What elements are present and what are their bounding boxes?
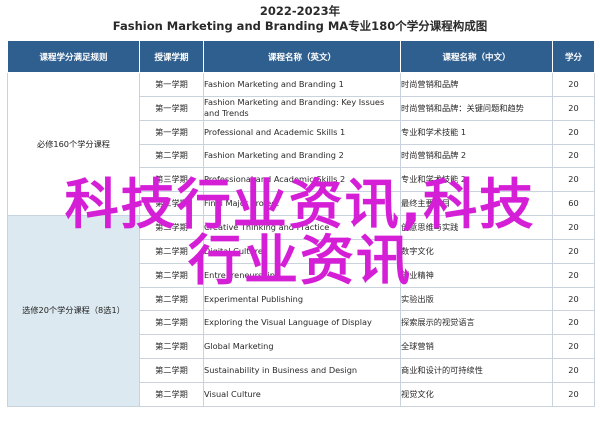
header-term: 授课学期 [139,40,204,73]
term-cell: 第二学期 [139,286,204,312]
course-name-cn: 专业和学术技能 1 [400,119,553,145]
course-name-cn: 时尚营销和品牌 2 [400,143,553,169]
table-row: 选修20个学分课程（8选1） 第二学期 Creative Thinking an… [7,215,595,407]
header-credit: 学分 [552,40,595,73]
credit-cell: 20 [552,286,595,312]
course-name-cn: 探索展示的视觉语言 [400,310,553,336]
course-name-cn: 最终主要项目 [400,191,553,217]
table-header-row: 课程学分满足规则 授课学期 课程名称（英文） 课程名称（中文） 学分 [7,40,595,73]
term-cell: 第三学期 [139,191,204,217]
term-cell: 第二学期 [139,238,204,264]
term-cell: 第二学期 [139,310,204,336]
course-name-en: Fashion Marketing and Branding 2 [203,143,401,169]
term-cell: 第一学期 [139,72,204,97]
term-cell: 第一学期 [139,119,204,145]
credit-cell: 20 [552,167,595,193]
table-row: 必修160个学分课程 第一学期 Fashion Marketing and Br… [7,71,595,217]
course-name-cn: 时尚营销和品牌：关键问题和趋势 [400,95,553,121]
title-year: 2022-2023年 [259,4,341,18]
term-cell: 第一学期 [139,95,204,121]
course-name-cn: 实验出版 [400,286,553,312]
course-name-en: Fashion Marketing and Branding 1 [203,72,401,97]
course-name-en: Experimental Publishing [203,286,401,312]
course-name-cn: 创意思维与实践 [400,215,553,240]
credit-cell: 20 [552,381,595,407]
course-name-en: Fashion Marketing and Branding: Key Issu… [203,95,401,121]
term-cell: 第二学期 [139,262,204,288]
course-name-cn: 创业精神 [400,262,553,288]
credit-cell: 20 [552,358,595,383]
credit-cell: 20 [552,143,595,169]
term-cell: 第二学期 [139,334,204,360]
term-cell: 第二学期 [139,215,204,240]
course-name-cn: 视觉文化 [400,381,553,407]
credit-cell: 20 [552,238,595,264]
course-table: 课程学分满足规则 授课学期 课程名称（英文） 课程名称（中文） 学分 必修160… [7,40,595,407]
course-name-en: Professional and Academic Skills 1 [203,119,401,145]
page-title: 2022-2023年 Fashion Marketing and Brandin… [0,0,600,40]
course-name-en: Digital Culture [203,238,401,264]
credit-cell: 60 [552,191,595,217]
credit-cell: 20 [552,334,595,360]
course-name-en: Entrepreneurship [203,262,401,288]
credit-cell: 20 [552,215,595,240]
course-name-en: Global Marketing [203,334,401,360]
header-rule: 课程学分满足规则 [7,40,140,73]
credit-cell: 20 [552,72,595,97]
term-cell: 第三学期 [139,167,204,193]
course-name-en: Sustainability in Business and Design [203,358,401,383]
header-name-cn: 课程名称（中文） [400,40,553,73]
course-name-cn: 时尚营销和品牌 [400,72,553,97]
course-name-cn: 专业和学术技能 2 [400,167,553,193]
course-name-en: Exploring the Visual Language of Display [203,310,401,336]
credit-cell: 20 [552,119,595,145]
group-label-required: 必修160个学分课程 [7,71,140,217]
course-name-cn: 全球营销 [400,334,553,360]
title-main: Fashion Marketing and Branding MA专业180个学… [112,19,488,33]
course-name-cn: 数字文化 [400,238,553,264]
credit-cell: 20 [552,95,595,121]
term-cell: 第二学期 [139,381,204,407]
term-cell: 第二学期 [139,358,204,383]
group-label-elective: 选修20个学分课程（8选1） [7,215,140,407]
course-name-en: Professional and Academic Skills 2 [203,167,401,193]
course-name-en: Visual Culture [203,381,401,407]
course-name-cn: 商业和设计的可持续性 [400,358,553,383]
term-cell: 第二学期 [139,143,204,169]
header-name-en: 课程名称（英文） [203,40,401,73]
credit-cell: 20 [552,262,595,288]
course-name-en: Final Major Project [203,191,401,217]
credit-cell: 20 [552,310,595,336]
course-name-en: Creative Thinking and Practice [203,215,401,240]
